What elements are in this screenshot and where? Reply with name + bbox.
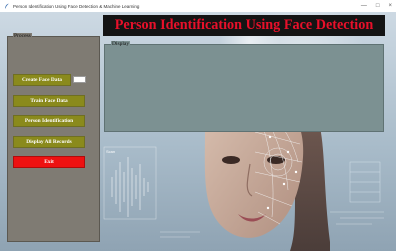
hud-label: Scan: [106, 149, 115, 154]
display-panel: Display: [104, 41, 384, 132]
window-title: Person Identification Using Face Detecti…: [13, 3, 140, 9]
display-all-records-button[interactable]: Display All Records: [13, 136, 85, 148]
face-data-entry[interactable]: [73, 76, 86, 83]
app-title-banner: Person Identification Using Face Detecti…: [103, 15, 385, 36]
process-panel-label: Process: [13, 33, 32, 39]
window-titlebar: Person Identification Using Face Detecti…: [0, 0, 396, 12]
person-identification-button[interactable]: Person Identification: [13, 115, 85, 127]
create-face-data-button[interactable]: Create Face Data: [13, 74, 71, 86]
train-face-data-button[interactable]: Train Face Data: [13, 95, 85, 107]
window-controls: — □ ×: [361, 0, 392, 12]
feather-app-icon: [5, 3, 9, 9]
maximize-icon[interactable]: □: [376, 3, 380, 9]
minimize-icon[interactable]: —: [361, 3, 367, 9]
display-panel-label: Display: [111, 41, 131, 47]
close-icon[interactable]: ×: [388, 3, 392, 9]
exit-button[interactable]: Exit: [13, 156, 85, 168]
